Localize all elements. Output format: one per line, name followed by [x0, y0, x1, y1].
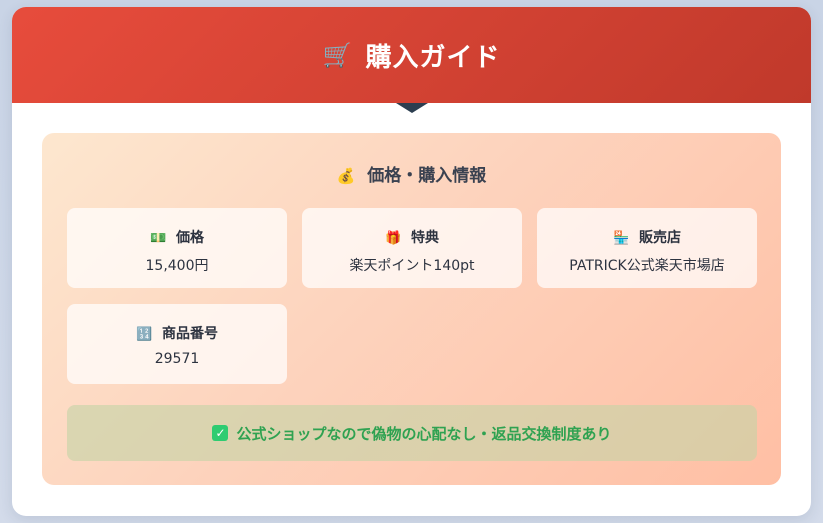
- banknote-icon: 💵: [149, 231, 167, 246]
- check-box-icon: ✓: [212, 425, 229, 441]
- store-icon: 🏪: [612, 231, 630, 246]
- page-title: 購入ガイド: [365, 42, 501, 73]
- product-number-info-box: 🔢 商品番号 29571: [67, 304, 287, 384]
- product-number-label-text: 商品番号: [162, 326, 219, 342]
- price-value: 15,400円: [145, 258, 209, 274]
- header-title-wrap: 🛒 購入ガイド: [323, 37, 501, 74]
- price-info-box: 💵 価格 15,400円: [67, 208, 287, 288]
- shopping-cart-icon: 🛒: [322, 41, 354, 69]
- panel-title: 💰 価格・購入情報: [42, 161, 781, 186]
- product-number-label: 🔢 商品番号: [67, 323, 287, 343]
- store-label-text: 販売店: [639, 230, 682, 246]
- official-shop-note: ✓ 公式ショップなので偽物の心配なし・返品交換制度あり: [67, 405, 757, 461]
- store-info-box: 🏪 販売店 PATRICK公式楽天市場店: [537, 208, 757, 288]
- gift-icon: 🎁: [384, 231, 402, 246]
- header: 🛒 購入ガイド: [12, 7, 811, 103]
- price-purchase-info-panel: 💰 価格・購入情報 💵 価格 15,400円 🎁 特典 楽天ポイント140pt …: [42, 133, 781, 485]
- price-label: 💵 価格: [67, 227, 287, 247]
- number-input-icon: 🔢: [135, 327, 153, 342]
- bonus-label: 🎁 特典: [302, 227, 522, 247]
- price-label-text: 価格: [176, 230, 205, 246]
- header-pointer: [395, 103, 428, 113]
- panel-title-text: 価格・購入情報: [367, 166, 487, 186]
- bonus-info-box: 🎁 特典 楽天ポイント140pt: [302, 208, 522, 288]
- bonus-label-text: 特典: [411, 230, 440, 246]
- bonus-value: 楽天ポイント140pt: [349, 258, 475, 274]
- purchase-guide-card: 🛒 購入ガイド 💰 価格・購入情報 💵 価格 15,400円 🎁 特典 楽天ポイ…: [12, 7, 811, 516]
- product-number-value: 29571: [154, 351, 200, 367]
- official-shop-note-text: 公式ショップなので偽物の心配なし・返品交換制度あり: [236, 424, 612, 443]
- money-bag-icon: 💰: [336, 167, 356, 185]
- store-value: PATRICK公式楽天市場店: [569, 258, 725, 274]
- store-label: 🏪 販売店: [537, 227, 757, 247]
